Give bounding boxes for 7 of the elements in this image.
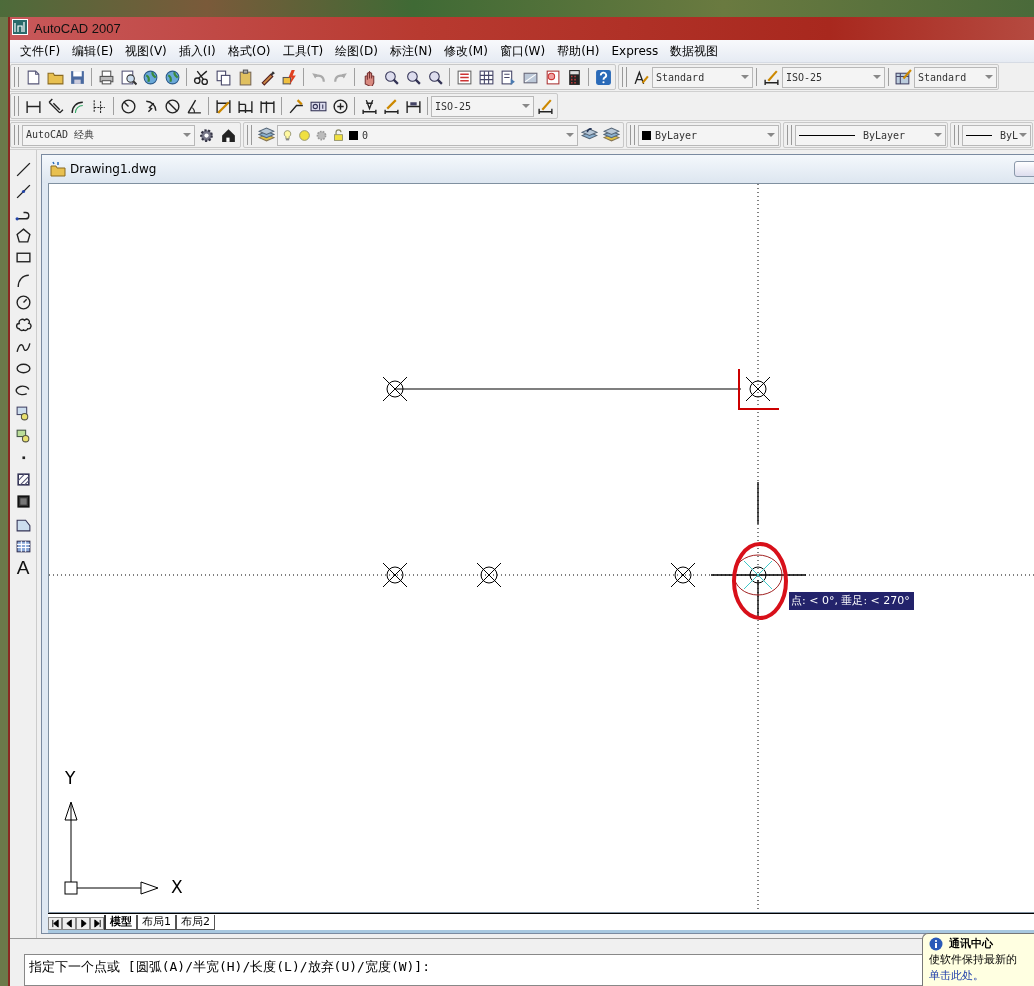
y-axis-label: Y [65,768,76,788]
x-axis-label: X [171,877,183,897]
notification-message: 使软件保持最新的 [929,952,1018,967]
notification-title: 通讯中心 [949,936,993,951]
tracking-tooltip: 点: < 0°, 垂足: < 270° [789,592,914,610]
window-title: AutoCAD 2007 [34,21,121,36]
drawing-title: Drawing1.dwg [70,162,157,176]
